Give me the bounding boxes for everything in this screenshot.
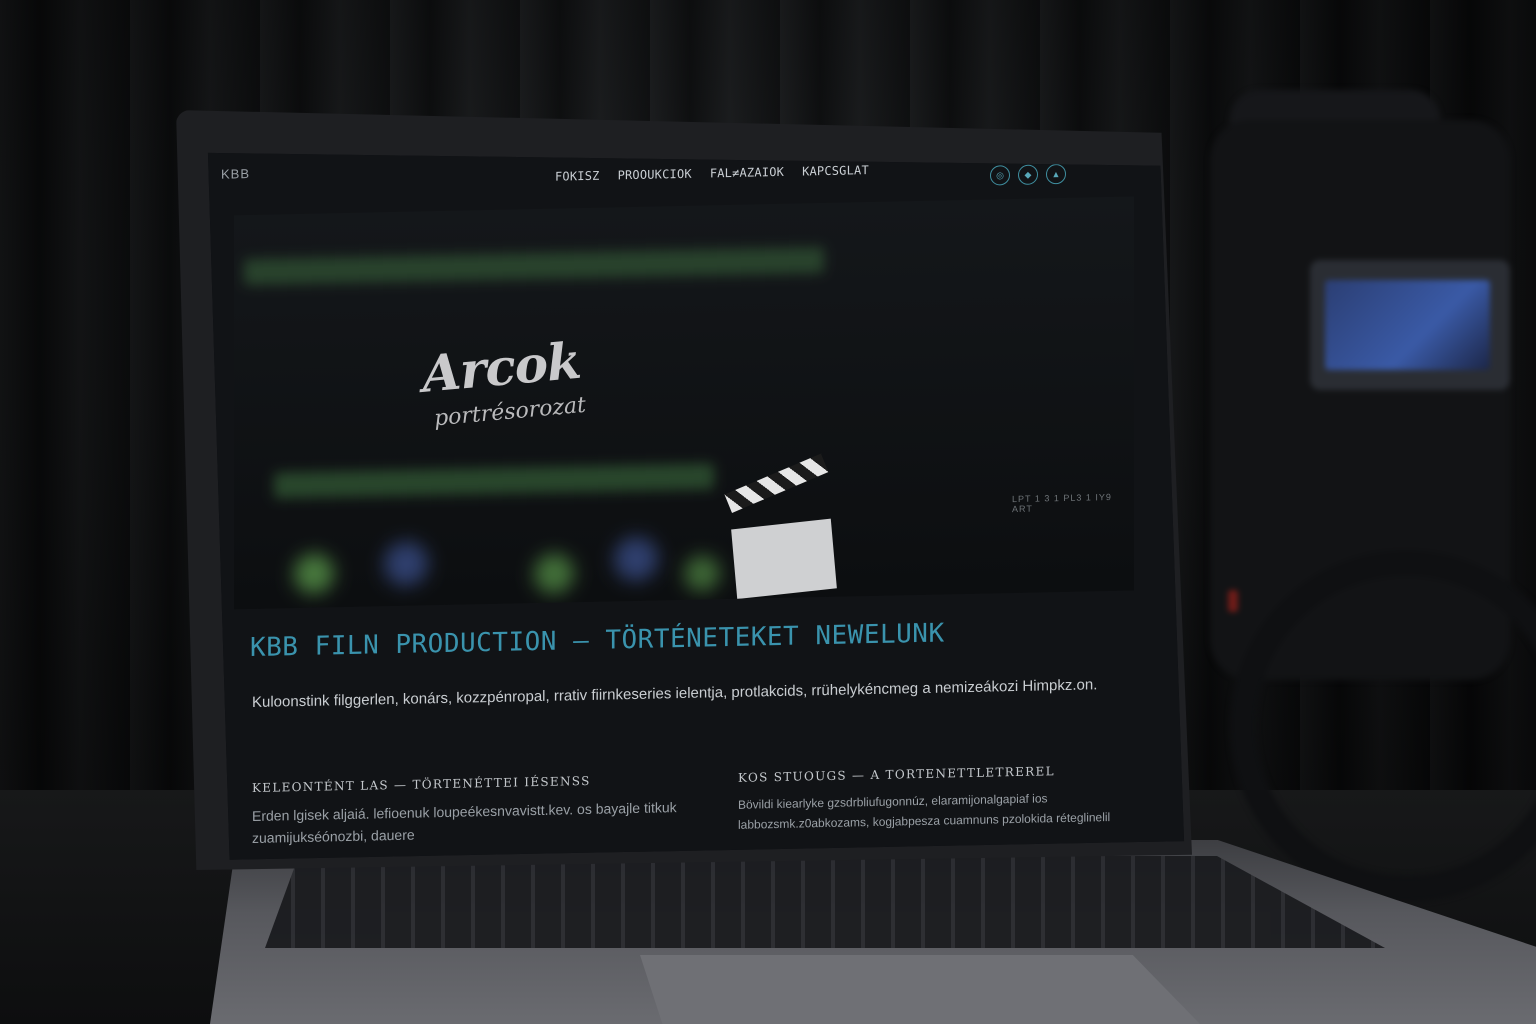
clapperboard-stick <box>724 453 829 513</box>
main-nav: FOKISZ PROOUKCIOK FAL≠AZAIOK KAPCSGLAT <box>555 163 887 184</box>
social-links: ◎ ◆ ▲ <box>990 163 1066 186</box>
laptop-screen: KBB FOKISZ PROOUKCIOK FAL≠AZAIOK KAPCSGL… <box>207 152 1185 860</box>
hero-banner[interactable]: Arcok portrésorozat LPT 1 3 1 PL3 1 IY9 … <box>234 196 1134 610</box>
laptop-trackpad <box>640 955 1200 1024</box>
column-title-right: KOS STUOUGS — A TORTENETTLETREREL <box>738 764 1055 785</box>
nav-item-home[interactable]: FOKISZ <box>555 169 600 184</box>
column-title-left: KELEONTÉNT LAS — TÖRTENÉTTEI IÉSENSS <box>252 773 591 795</box>
background-camera <box>1170 90 1536 902</box>
hero-blur-light <box>684 555 720 592</box>
nav-item-contact[interactable]: KAPCSGLAT <box>802 163 869 178</box>
clapperboard <box>731 518 837 600</box>
nav-item-productions[interactable]: PROOUKCIOK <box>618 167 692 183</box>
hero-blur-light <box>384 541 428 587</box>
column-text-right: Bövildi kiearlyke gzsdrbliufugonnúz, ela… <box>738 791 1111 832</box>
hero-blur-light <box>614 536 658 582</box>
hero-blur-light <box>534 553 574 595</box>
nav-item-services[interactable]: FAL≠AZAIOK <box>710 165 784 181</box>
hero-caption: LPT 1 3 1 PL3 1 IY9 ART <box>1012 491 1112 515</box>
laptop-keyboard <box>265 856 1385 948</box>
hero-title: Arcok <box>420 330 583 404</box>
facebook-icon[interactable]: ▲ <box>1046 163 1066 185</box>
camera-record-light <box>1228 590 1238 612</box>
page-headline: KBB FILN PRODUCTION — TÖRTÉNETEKET NEWEL… <box>250 618 945 664</box>
vimeo-icon[interactable]: ◆ <box>1018 164 1038 185</box>
site-logo[interactable]: KBB <box>221 166 250 182</box>
hero-blur-light <box>294 553 334 595</box>
website: KBB FOKISZ PROOUKCIOK FAL≠AZAIOK KAPCSGL… <box>207 152 1185 860</box>
intro-text: Kuloonstink filggerlen, konárs, kozzpénr… <box>252 676 1098 711</box>
camera-monitor-screen <box>1325 280 1490 370</box>
hero-blur-bar <box>274 463 714 499</box>
column-text-left: Erden lgisek aljaiá. lefioenuk loupeékes… <box>252 799 677 846</box>
hero-blur-bar <box>244 247 824 286</box>
instagram-icon[interactable]: ◎ <box>990 165 1010 186</box>
